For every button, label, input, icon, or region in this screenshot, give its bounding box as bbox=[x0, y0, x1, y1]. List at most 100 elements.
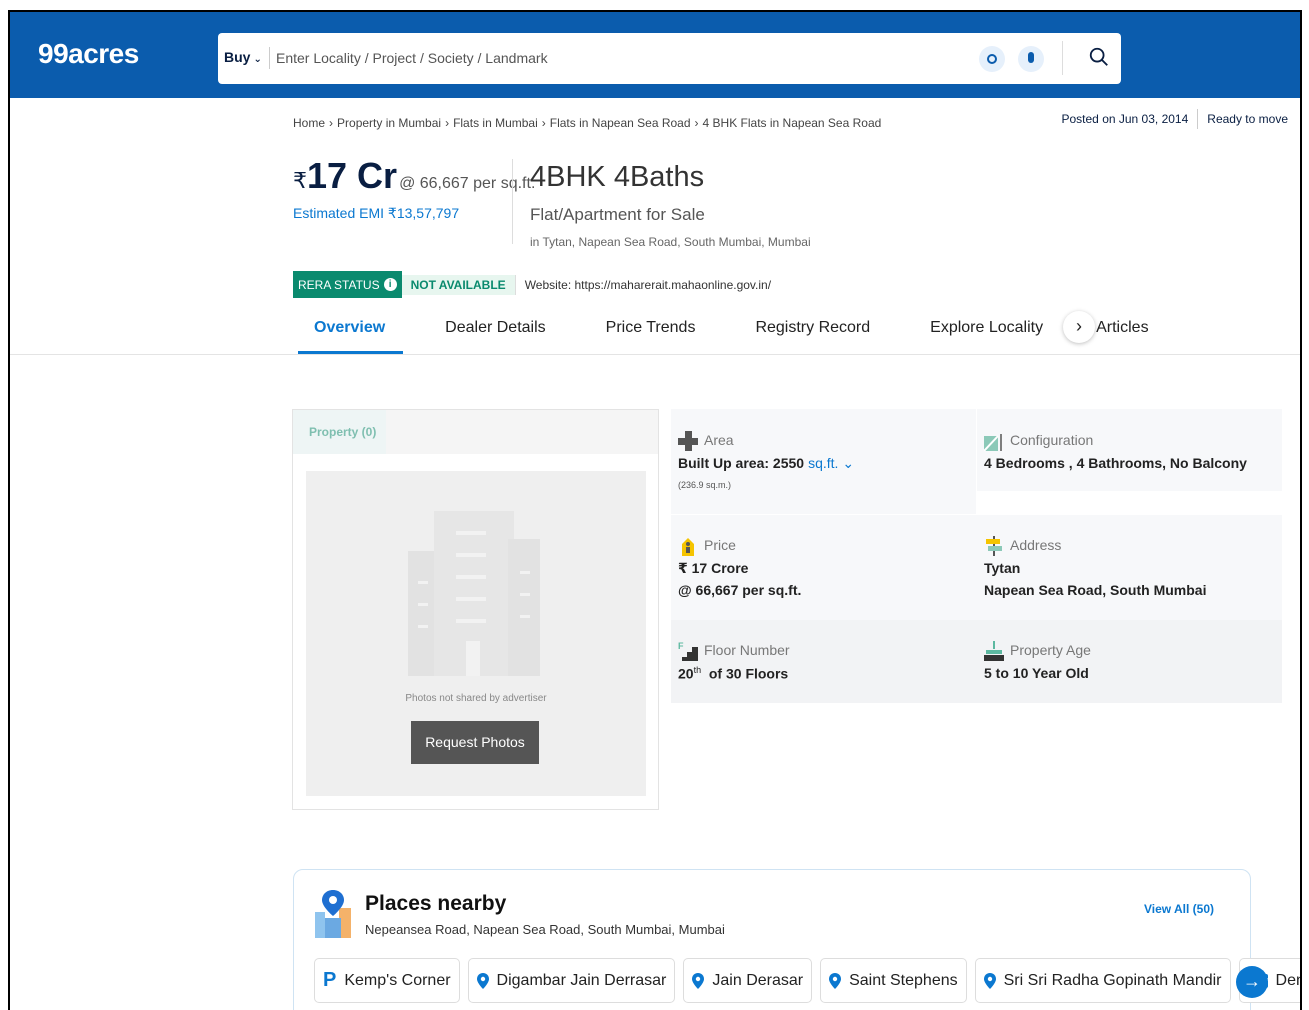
area-unit-dropdown[interactable]: sq.ft. ⌄ bbox=[808, 455, 854, 471]
address-label: Address bbox=[1010, 537, 1062, 553]
posted-info: Posted on Jun 03, 2014 Ready to move bbox=[1061, 109, 1288, 129]
breadcrumb-item-current: 4 BHK Flats in Napean Sea Road bbox=[702, 116, 882, 130]
tab-articles[interactable]: Articles bbox=[1096, 312, 1148, 354]
breadcrumb-item-mumbai[interactable]: Property in Mumbai bbox=[337, 116, 441, 130]
area-icon bbox=[678, 431, 698, 451]
rera-label: RERA STATUS bbox=[298, 277, 380, 292]
place-name: Sri Sri Radha Gopinath Mandir bbox=[1003, 971, 1222, 989]
breadcrumb-separator: › bbox=[445, 116, 450, 130]
price-tag-icon bbox=[682, 538, 694, 556]
tab-price-trends[interactable]: Price Trends bbox=[606, 312, 696, 354]
property-age-icon bbox=[984, 641, 1004, 661]
site-logo[interactable]: 99acres bbox=[38, 38, 139, 70]
tab-bar: Overview Dealer Details Price Trends Reg… bbox=[293, 312, 1149, 354]
floor-suffix: th bbox=[693, 665, 702, 675]
building-placeholder-icon bbox=[408, 511, 540, 676]
tab-explore-locality[interactable]: Explore Locality bbox=[930, 312, 1043, 354]
chevron-down-icon: ⌄ bbox=[253, 54, 262, 65]
breadcrumb-separator: › bbox=[694, 116, 699, 130]
divider bbox=[269, 47, 270, 69]
chevron-right-icon[interactable]: › bbox=[1063, 311, 1095, 343]
chevron-down-icon: ⌄ bbox=[842, 455, 855, 471]
search-icon[interactable] bbox=[1088, 46, 1110, 68]
buy-dropdown[interactable]: Buy ⌄ bbox=[224, 49, 262, 65]
request-photos-button[interactable]: Request Photos bbox=[411, 721, 539, 764]
property-config-title: 4BHK 4Baths bbox=[530, 161, 705, 193]
place-name: Saint Stephens bbox=[849, 971, 958, 989]
detail-block-config bbox=[977, 409, 1282, 491]
tab-overview[interactable]: Overview bbox=[297, 312, 404, 354]
price-per-sqft: @ 66,667 per sq.ft. bbox=[399, 175, 536, 192]
rera-status-bar: RERA STATUS i NOT AVAILABLE Website: http… bbox=[293, 271, 771, 298]
svg-text:F: F bbox=[678, 641, 684, 651]
breadcrumb-item-flats[interactable]: Flats in Mumbai bbox=[453, 116, 538, 130]
divider bbox=[1197, 109, 1199, 129]
address-value: Tytan bbox=[984, 560, 1021, 576]
place-name: Digambar Jain Derrasar bbox=[496, 971, 667, 989]
place-name: Jain Derasar bbox=[712, 971, 804, 989]
price-detail-sqft: @ 66,667 per sq.ft. bbox=[678, 582, 802, 598]
place-chip[interactable]: Saint Stephens bbox=[820, 958, 967, 1003]
configuration-value: 4 Bedrooms , 4 Bathrooms, No Balcony bbox=[984, 455, 1247, 471]
places-title: Places nearby bbox=[365, 892, 507, 915]
address-sub: Napean Sea Road, South Mumbai bbox=[984, 582, 1207, 598]
breadcrumb-item-home[interactable]: Home bbox=[293, 116, 325, 130]
place-chip[interactable]: Jain Derasar bbox=[683, 958, 813, 1003]
configuration-label: Configuration bbox=[1010, 432, 1094, 448]
place-chip[interactable]: Sri Sri Radha Gopinath Mandir bbox=[974, 958, 1231, 1003]
info-icon[interactable]: i bbox=[383, 278, 397, 291]
places-map-pin-icon bbox=[315, 890, 351, 938]
places-subtitle: Nepeansea Road, Napean Sea Road, South M… bbox=[365, 922, 725, 937]
search-bar: Buy ⌄ bbox=[218, 33, 1121, 84]
price-label: Price bbox=[704, 537, 736, 553]
location-pin-icon bbox=[476, 972, 489, 989]
tab-registry-record[interactable]: Registry Record bbox=[755, 312, 870, 354]
photo-tab-property[interactable]: Property (0) bbox=[293, 410, 386, 454]
area-label: Area bbox=[704, 432, 734, 448]
floor-label: Floor Number bbox=[704, 642, 790, 658]
area-value-text: Built Up area: 2550 bbox=[678, 455, 805, 471]
divider bbox=[10, 354, 1300, 355]
photo-tab-bar: Property (0) bbox=[293, 410, 658, 454]
location-pin-icon bbox=[983, 972, 996, 989]
places-chip-list: P Kemp's Corner Digambar Jain Derrasar Ja… bbox=[314, 958, 1300, 1003]
floor-stairs-icon: F bbox=[678, 641, 698, 661]
places-nearby-card: Places nearby Nepeansea Road, Napean Sea… bbox=[293, 869, 1300, 1010]
place-chip[interactable]: P Kemp's Corner bbox=[314, 958, 460, 1003]
rera-website[interactable]: Website: https://maharerait.mahaonline.g… bbox=[516, 278, 771, 292]
divider bbox=[512, 159, 513, 244]
breadcrumb-item-napean[interactable]: Flats in Napean Sea Road bbox=[550, 116, 691, 130]
place-name: Kemp's Corner bbox=[344, 971, 451, 989]
top-header: 99acres Buy ⌄ bbox=[10, 12, 1300, 98]
price-value: 17 Cr bbox=[307, 155, 398, 196]
signpost-icon bbox=[986, 536, 1002, 556]
property-location: in Tytan, Napean Sea Road, South Mumbai,… bbox=[530, 235, 811, 249]
search-input[interactable] bbox=[276, 45, 956, 71]
arrow-right-icon[interactable]: → bbox=[1236, 966, 1268, 998]
area-unit: sq.ft. bbox=[808, 455, 839, 471]
rera-status-badge: RERA STATUS i bbox=[293, 271, 402, 298]
microphone-icon[interactable] bbox=[1018, 46, 1044, 72]
floor-value: 20th of 30 Floors bbox=[678, 665, 788, 682]
posted-date: Posted on Jun 03, 2014 bbox=[1061, 112, 1189, 126]
possession-status: Ready to move bbox=[1207, 112, 1288, 126]
detail-block-price-address bbox=[671, 515, 1282, 620]
divider bbox=[1062, 41, 1063, 75]
tab-dealer-details[interactable]: Dealer Details bbox=[445, 312, 545, 354]
property-type: Flat/Apartment for Sale bbox=[530, 205, 705, 224]
view-all-link[interactable]: View All (50) bbox=[1144, 902, 1214, 916]
area-sqm: (236.9 sq.m.) bbox=[678, 480, 732, 490]
configuration-icon bbox=[984, 434, 1002, 451]
location-target-icon[interactable] bbox=[979, 46, 1005, 72]
parking-icon: P bbox=[323, 969, 337, 991]
place-name: Dena B bbox=[1275, 971, 1300, 989]
location-pin-icon bbox=[692, 972, 705, 989]
area-value: Built Up area: 2550 sq.ft. ⌄ bbox=[678, 455, 854, 472]
emi-link[interactable]: Estimated EMI ₹13,57,797 bbox=[293, 205, 459, 222]
photo-message: Photos not shared by advertiser bbox=[405, 693, 547, 704]
age-label: Property Age bbox=[1010, 642, 1091, 658]
price-block: ₹ 17 Cr @ 66,667 per sq.ft. bbox=[293, 155, 535, 197]
breadcrumb-separator: › bbox=[329, 116, 334, 130]
floor-total: of 30 Floors bbox=[708, 665, 789, 682]
place-chip[interactable]: Digambar Jain Derrasar bbox=[467, 958, 676, 1003]
